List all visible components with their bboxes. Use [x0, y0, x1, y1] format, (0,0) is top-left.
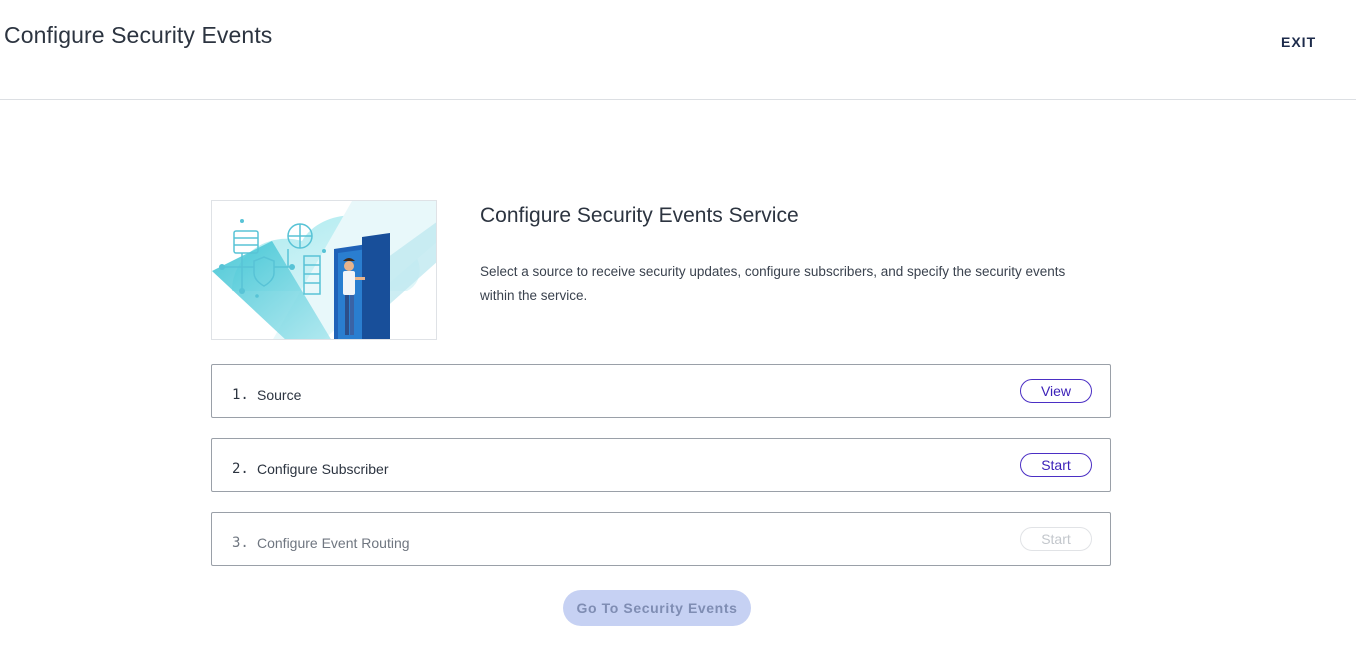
step-configure-subscriber: 2. Configure Subscriber Start	[211, 438, 1111, 492]
page-title: Configure Security Events	[4, 22, 273, 48]
step-number: 2.	[232, 461, 249, 477]
step-source: 1. Source View	[211, 364, 1111, 418]
view-source-button[interactable]: View	[1020, 379, 1092, 403]
security-illustration-graphic	[212, 201, 436, 339]
step-number: 1.	[232, 387, 249, 403]
step-label: Source	[257, 387, 302, 403]
step-label: Configure Event Routing	[257, 535, 410, 551]
service-title: Configure Security Events Service	[480, 204, 799, 227]
go-to-security-events-button[interactable]: Go To Security Events	[563, 590, 751, 626]
start-subscriber-button[interactable]: Start	[1020, 453, 1092, 477]
service-description: Select a source to receive security upda…	[480, 264, 1066, 303]
step-number: 3.	[232, 535, 249, 551]
exit-button[interactable]: EXIT	[1281, 34, 1316, 50]
security-illustration	[211, 200, 437, 340]
top-bar: Configure Security Events EXIT	[0, 0, 1356, 100]
step-configure-event-routing: 3. Configure Event Routing Start	[211, 512, 1111, 566]
step-label: Configure Subscriber	[257, 461, 389, 477]
start-event-routing-button[interactable]: Start	[1020, 527, 1092, 551]
